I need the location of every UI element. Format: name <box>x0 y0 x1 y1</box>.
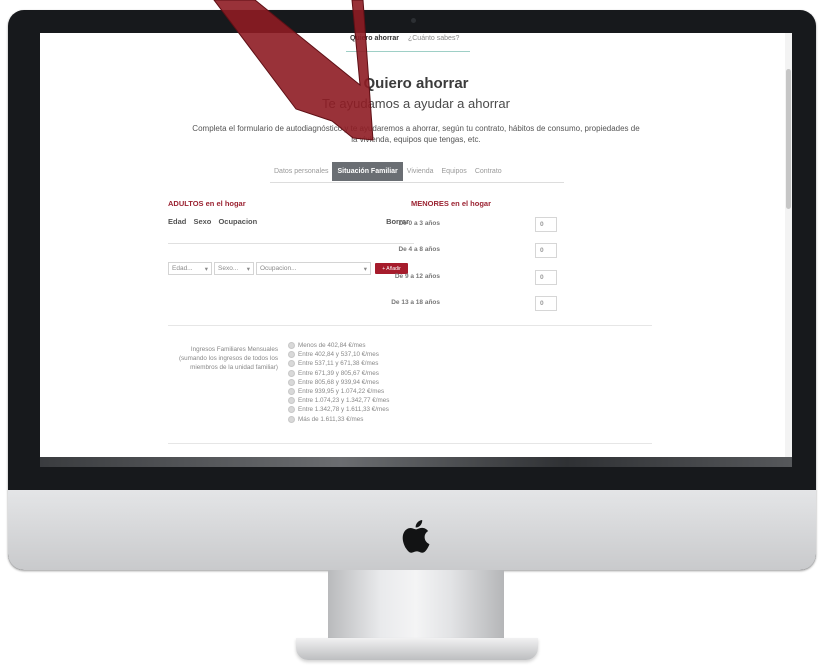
minor-count-input[interactable]: 0 <box>535 243 557 258</box>
radio-button[interactable] <box>288 397 295 405</box>
nav-link-quiero-ahorrar[interactable]: Quiero ahorrar <box>350 35 399 42</box>
minor-label: De 4 a 8 años <box>398 246 440 253</box>
page-title: Quiero ahorrar <box>363 75 469 92</box>
screen-bottom-strip <box>40 457 792 467</box>
income-option[interactable]: Entre 1.074,23 y 1.342,77 €/mes <box>288 396 389 405</box>
minor-count-input[interactable]: 0 <box>535 270 557 285</box>
edad-select[interactable]: Edad... ▾ <box>168 262 212 275</box>
chevron-down-icon: ▾ <box>246 265 250 273</box>
income-option-label: Menos de 402,84 €/mes <box>298 342 366 350</box>
imac-stand <box>328 570 504 642</box>
imac-stand-base <box>296 638 538 660</box>
radio-button[interactable] <box>288 369 295 377</box>
income-option[interactable]: Entre 805,68 y 939,94 €/mes <box>288 378 389 387</box>
chevron-down-icon: ▾ <box>204 265 208 273</box>
tab-datos-personales[interactable]: Datos personales <box>270 163 332 180</box>
income-option-label: Más de 1.611,33 €/mes <box>298 415 364 423</box>
income-option-label: Entre 1.074,23 y 1.342,77 €/mes <box>298 397 390 405</box>
browser-screen: Quiero ahorrar ¿Cuánto sabes? Quiero aho… <box>40 33 792 457</box>
income-option[interactable]: Más de 1.611,33 €/mes <box>288 415 389 424</box>
income-option-label: Entre 402,84 y 537,10 €/mes <box>298 351 379 359</box>
income-option[interactable]: Entre 939,95 y 1.074,22 €/mes <box>288 387 389 396</box>
tab-contrato[interactable]: Contrato <box>471 163 506 180</box>
income-option-label: Entre 939,95 y 1.074,22 €/mes <box>298 388 385 396</box>
income-option[interactable]: Entre 671,39 y 805,67 €/mes <box>288 369 389 378</box>
col-sexo: Sexo <box>193 217 212 226</box>
adults-heading: ADULTOS en el hogar <box>168 199 246 208</box>
camera-icon <box>411 18 416 23</box>
radio-button[interactable] <box>288 360 295 368</box>
minor-label: De 9 a 12 años <box>394 273 440 280</box>
income-option[interactable]: Menos de 402,84 €/mes <box>288 341 389 350</box>
radio-button[interactable] <box>288 415 295 423</box>
income-label: Ingresos Familiares Mensuales (sumando l… <box>178 346 278 371</box>
tab-equipos[interactable]: Equipos <box>438 163 471 180</box>
edad-select-value: Edad... <box>172 265 193 272</box>
income-option[interactable]: Entre 402,84 y 537,10 €/mes <box>288 350 389 359</box>
tab-situacion-familiar[interactable]: Situación Familiar <box>332 161 403 181</box>
divider <box>168 243 414 244</box>
sexo-select-value: Sexo... <box>218 265 239 272</box>
radio-button[interactable] <box>288 342 295 350</box>
minors-heading: MENORES en el hogar <box>411 199 492 208</box>
radio-button[interactable] <box>288 388 295 396</box>
income-option-label: Entre 671,39 y 805,67 €/mes <box>298 369 379 377</box>
income-option-label: Entre 537,11 y 671,38 €/mes <box>298 360 379 368</box>
chevron-down-icon: ▾ <box>363 265 367 273</box>
tab-vivienda[interactable]: Vivienda <box>403 163 438 180</box>
income-option[interactable]: Entre 537,11 y 671,38 €/mes <box>288 359 389 368</box>
radio-button[interactable] <box>288 351 295 359</box>
income-options: Menos de 402,84 €/mes Entre 402,84 y 537… <box>288 341 389 424</box>
intro-text: Completa el formulario de autodiagnóstic… <box>192 124 640 144</box>
col-edad: Edad <box>168 217 187 226</box>
income-option[interactable]: Entre 1.342,78 y 1.611,33 €/mes <box>288 405 389 414</box>
divider <box>168 443 652 444</box>
minor-label: De 0 a 3 años <box>398 220 440 227</box>
minor-count-input[interactable]: 0 <box>535 217 557 232</box>
ocupacion-select-value: Ocupacion... <box>260 265 297 272</box>
minor-label: De 13 a 18 años <box>391 299 440 306</box>
minor-count-input[interactable]: 0 <box>535 296 557 311</box>
apple-logo-icon <box>402 520 430 553</box>
nav-link-cuanto-sabes[interactable]: ¿Cuánto sabes? <box>408 35 459 42</box>
page-subtitle: Te ayudamos a ayudar a ahorrar <box>322 96 510 111</box>
top-nav: Quiero ahorrar ¿Cuánto sabes? <box>346 35 471 52</box>
radio-button[interactable] <box>288 406 295 414</box>
sexo-select[interactable]: Sexo... ▾ <box>214 262 254 275</box>
radio-button[interactable] <box>288 378 295 386</box>
form-steps: Datos personales Situación Familiar Vivi… <box>270 160 564 183</box>
divider <box>168 325 652 326</box>
income-option-label: Entre 1.342,78 y 1.611,33 €/mes <box>298 406 389 414</box>
col-ocupacion: Ocupacion <box>218 217 258 226</box>
income-option-label: Entre 805,68 y 939,94 €/mes <box>298 378 379 386</box>
